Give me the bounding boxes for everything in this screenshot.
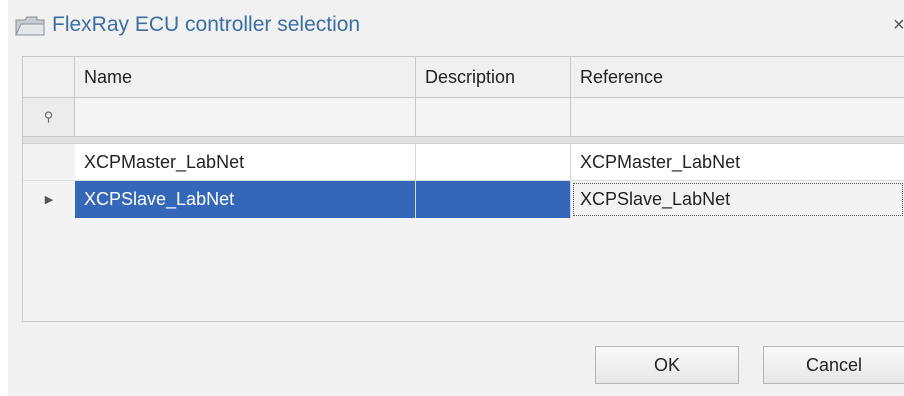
controller-grid[interactable]: Name Description Reference ⚲ XCPMaster_L… (22, 56, 904, 322)
filter-row: ⚲ (23, 98, 904, 137)
filter-icon: ⚲ (43, 109, 54, 124)
row-indicator-cell[interactable]: ▶ (23, 181, 75, 218)
column-header-description[interactable]: Description (416, 57, 571, 97)
cancel-button[interactable]: Cancel (763, 346, 904, 384)
table-row-selected[interactable]: ▶ XCPSlave_LabNet XCPSlave_LabNet (23, 181, 904, 218)
cell-description[interactable] (416, 144, 571, 181)
filter-cell-reference[interactable] (571, 98, 904, 136)
grid-header: Name Description Reference (23, 57, 904, 98)
controller-selection-dialog: FlexRay ECU controller selection × Name … (8, 0, 904, 396)
cell-name[interactable]: XCPSlave_LabNet (75, 181, 416, 218)
header-indicator-cell (23, 57, 75, 97)
row-indicator-cell[interactable] (23, 144, 75, 181)
close-button[interactable]: × (893, 14, 904, 36)
table-row[interactable]: XCPMaster_LabNet XCPMaster_LabNet (23, 144, 904, 181)
ok-button[interactable]: OK (595, 346, 739, 384)
current-row-arrow-icon: ▶ (44, 194, 54, 206)
filter-separator (23, 137, 904, 144)
filter-row-indicator: ⚲ (23, 98, 75, 136)
cell-reference[interactable]: XCPSlave_LabNet (571, 181, 904, 218)
column-header-name[interactable]: Name (75, 57, 416, 97)
cell-description[interactable] (416, 181, 571, 218)
filter-cell-name[interactable] (75, 98, 416, 136)
cell-name[interactable]: XCPMaster_LabNet (75, 144, 416, 181)
title-bar[interactable]: FlexRay ECU controller selection × (8, 0, 904, 52)
dialog-title: FlexRay ECU controller selection (52, 13, 361, 36)
column-header-reference[interactable]: Reference (571, 57, 904, 97)
folder-icon (15, 16, 45, 36)
cell-reference[interactable]: XCPMaster_LabNet (571, 144, 904, 181)
filter-cell-description[interactable] (416, 98, 571, 136)
